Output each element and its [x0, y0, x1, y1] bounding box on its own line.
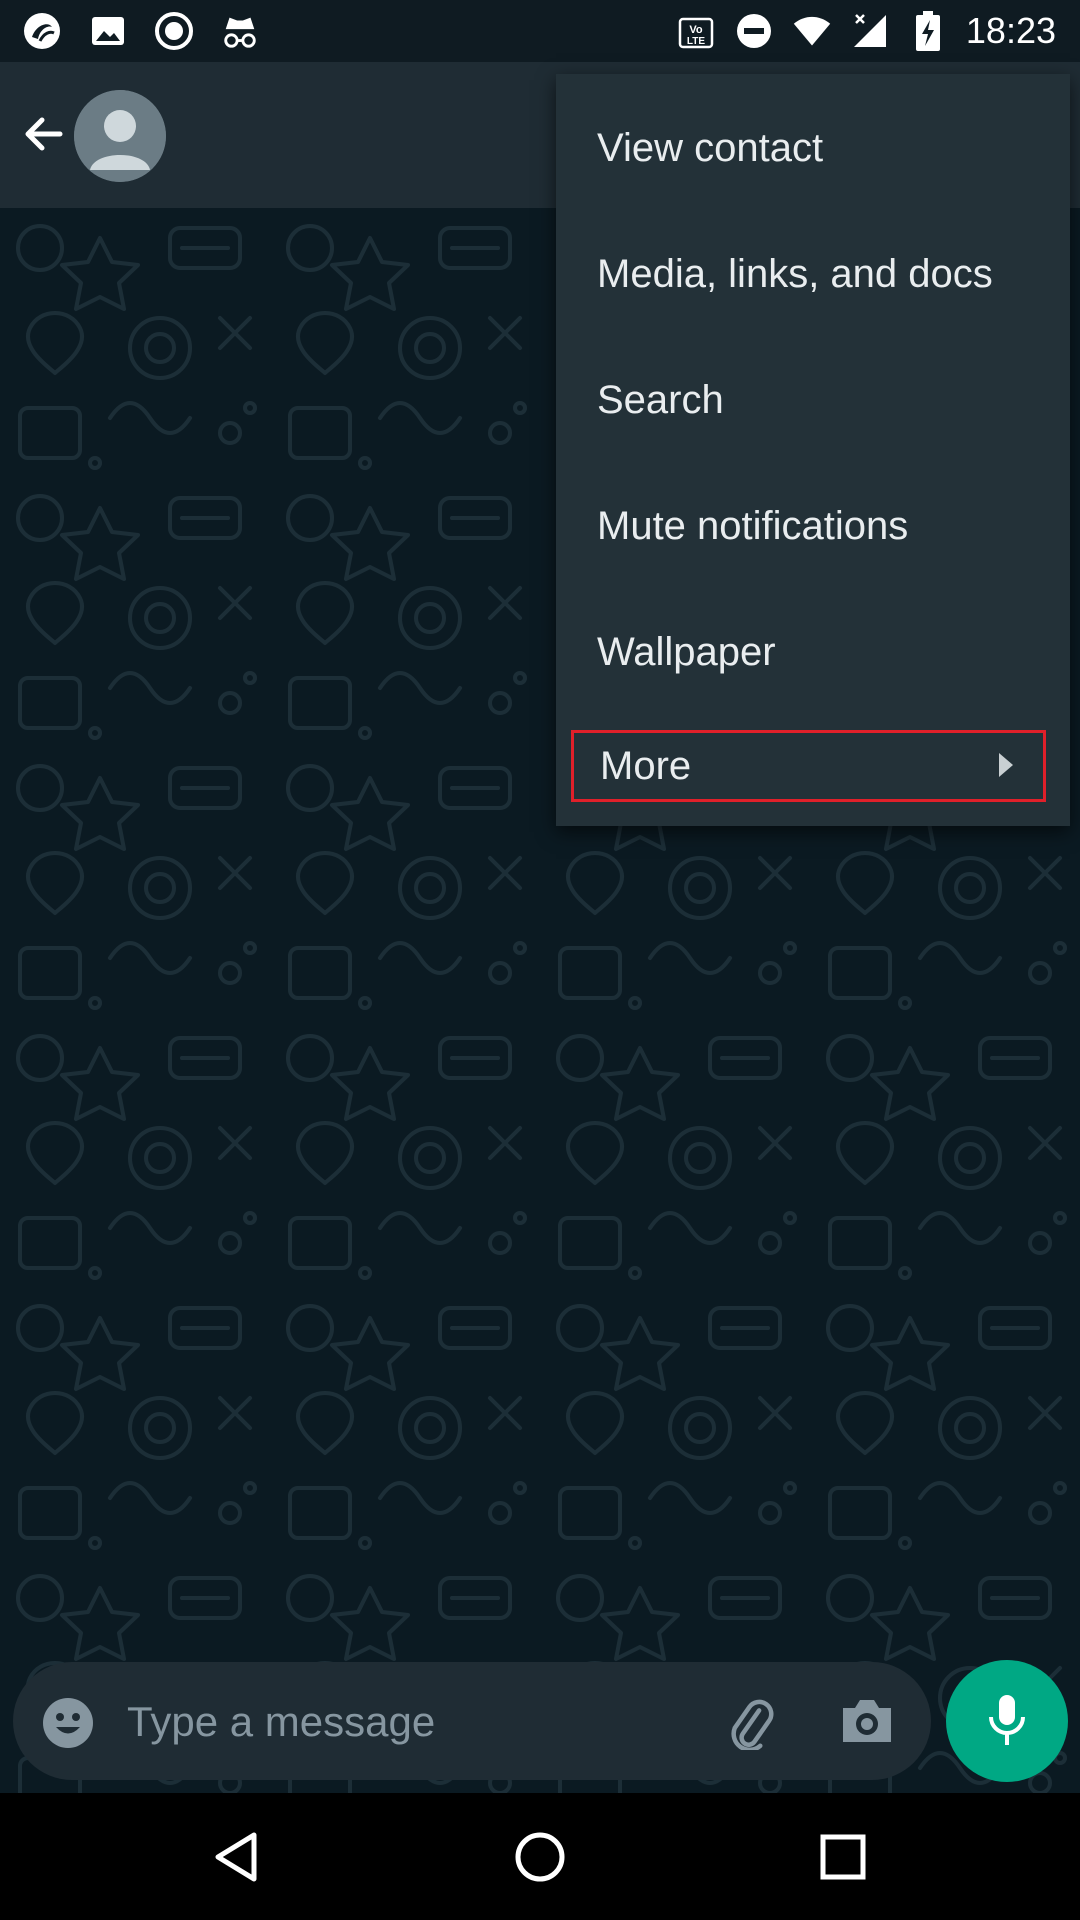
- submenu-arrow-icon: [999, 753, 1013, 777]
- microphone-icon: [989, 1695, 1025, 1745]
- message-input[interactable]: [125, 1688, 689, 1756]
- status-bar: Vo LTE 18:23: [0, 0, 1080, 62]
- menu-item-mute-notifications[interactable]: Mute notifications: [556, 463, 1070, 589]
- menu-item-label: Media, links, and docs: [597, 251, 993, 296]
- record-icon: [154, 11, 194, 51]
- back-triangle-icon: [215, 1832, 257, 1882]
- nav-back-button[interactable]: [208, 1829, 264, 1885]
- svg-text:LTE: LTE: [687, 36, 705, 47]
- nav-home-button[interactable]: [512, 1829, 568, 1885]
- image-icon: [88, 11, 128, 51]
- paperclip-icon: [731, 1699, 774, 1752]
- menu-item-more[interactable]: More: [571, 730, 1046, 802]
- home-circle-icon: [515, 1832, 565, 1882]
- camera-button[interactable]: [839, 1696, 895, 1746]
- app-logo-icon: [22, 11, 62, 51]
- message-composer: [13, 1662, 931, 1780]
- person-icon: [74, 90, 166, 182]
- incognito-icon: [220, 11, 260, 51]
- status-time: 18:23: [965, 10, 1056, 51]
- nav-recents-button[interactable]: [815, 1829, 871, 1885]
- menu-item-label: View contact: [597, 125, 824, 170]
- battery-charging-icon: [908, 11, 948, 51]
- attach-button[interactable]: [723, 1694, 779, 1752]
- menu-item-wallpaper[interactable]: Wallpaper: [556, 589, 1070, 715]
- status-left-icons: [0, 11, 260, 51]
- emoji-icon: [43, 1698, 93, 1748]
- overflow-menu: View contact Media, links, and docs Sear…: [556, 74, 1070, 826]
- do-not-disturb-icon: [734, 11, 774, 51]
- menu-item-view-contact[interactable]: View contact: [556, 85, 1070, 211]
- status-right-icons: Vo LTE 18:23: [676, 10, 1080, 52]
- back-button[interactable]: [16, 106, 72, 162]
- menu-item-label: Wallpaper: [597, 629, 776, 674]
- menu-item-label: Mute notifications: [597, 503, 909, 548]
- system-navigation-bar: [0, 1793, 1080, 1920]
- camera-icon: [843, 1700, 891, 1742]
- menu-item-label: Search: [597, 377, 724, 422]
- contact-avatar[interactable]: [74, 90, 166, 182]
- menu-item-media-links-docs[interactable]: Media, links, and docs: [556, 211, 1070, 337]
- menu-item-search[interactable]: Search: [556, 337, 1070, 463]
- recents-square-icon: [820, 1834, 866, 1880]
- arrow-left-icon: [25, 117, 63, 151]
- volte-icon: Vo LTE: [676, 11, 716, 51]
- emoji-button[interactable]: [41, 1696, 95, 1750]
- wifi-icon: [792, 11, 832, 51]
- svg-text:Vo: Vo: [689, 24, 703, 36]
- menu-item-label: More: [600, 743, 692, 788]
- voice-message-button[interactable]: [946, 1660, 1068, 1782]
- signal-icon: [850, 11, 890, 51]
